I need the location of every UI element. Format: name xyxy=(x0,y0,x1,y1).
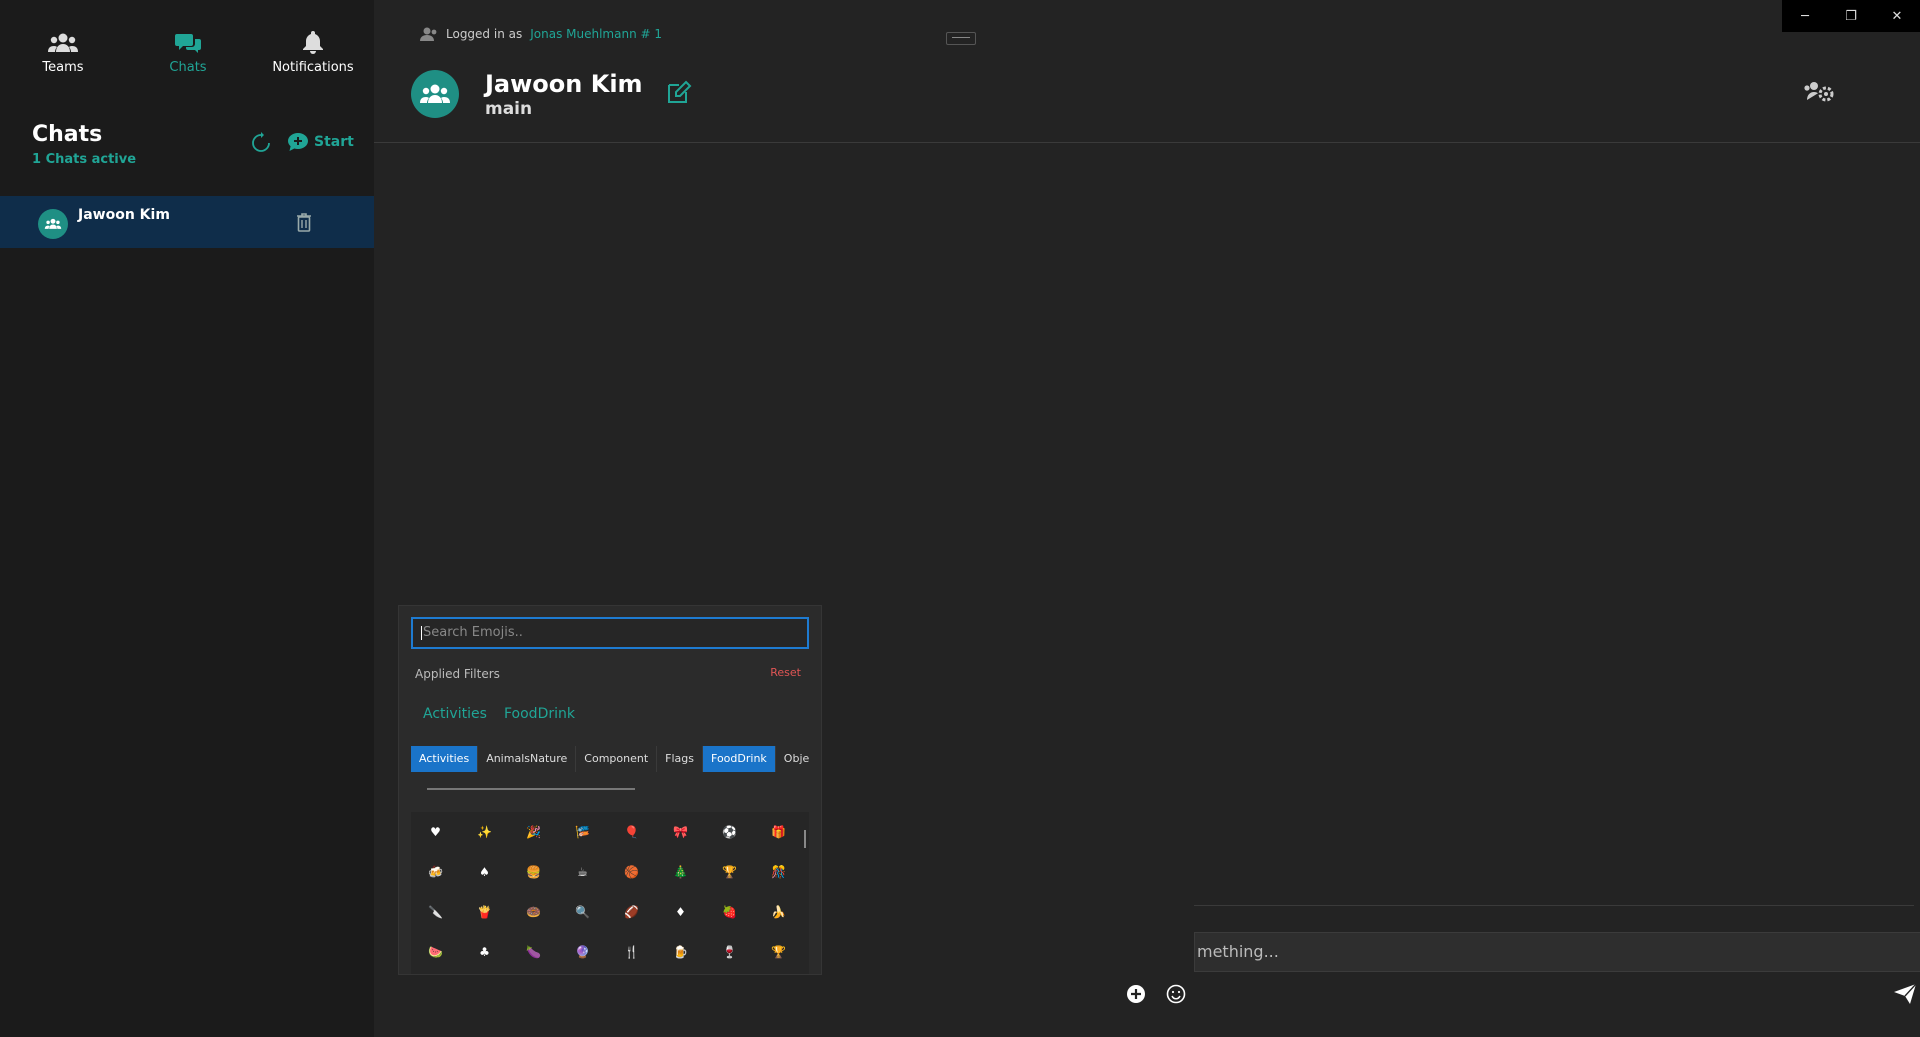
bell-icon xyxy=(258,26,368,54)
nav-notifications-label: Notifications xyxy=(272,60,354,75)
restore-button[interactable]: ❐ xyxy=(1828,0,1874,32)
emoji-cell[interactable]: 🎊 xyxy=(754,852,803,892)
team-settings-icon[interactable] xyxy=(1804,80,1834,106)
chat-header: Logged in as Jonas Muehlmann # 1 Jawoon … xyxy=(374,0,1920,143)
emoji-cell[interactable]: 🔪 xyxy=(411,892,460,932)
emoji-cell[interactable]: ♦ xyxy=(656,892,705,932)
emoji-cell[interactable]: 🔮 xyxy=(558,932,607,972)
emoji-cell[interactable]: 🏆 xyxy=(705,852,754,892)
emoji-cell[interactable]: 🍟 xyxy=(460,892,509,932)
emoji-cell[interactable]: 🎄 xyxy=(656,852,705,892)
applied-filter-chip[interactable]: FoodDrink xyxy=(504,706,575,722)
emoji-cell[interactable]: 🍩 xyxy=(509,892,558,932)
emoji-cell[interactable]: 🍆 xyxy=(509,932,558,972)
start-label: Start xyxy=(314,134,354,150)
nav-teams-label: Teams xyxy=(42,60,84,75)
emoji-category-tab[interactable]: AnimalsNature xyxy=(478,746,577,772)
nav-notifications[interactable]: Notifications xyxy=(258,26,368,75)
chat-subtitle: main xyxy=(485,99,533,119)
emoji-category-tab[interactable]: FoodDrink xyxy=(703,746,776,772)
minimize-button[interactable]: ─ xyxy=(1782,0,1828,32)
login-info: Logged in as Jonas Muehlmann # 1 xyxy=(420,27,662,41)
emoji-category-tab[interactable]: Activities xyxy=(411,746,479,772)
chats-active-count: 1 Chats active xyxy=(32,152,137,167)
emoji-cell[interactable]: ♥ xyxy=(411,812,460,852)
logged-in-prefix: Logged in as xyxy=(446,27,523,41)
emoji-cell[interactable]: ♣ xyxy=(460,932,509,972)
applied-filters-label: Applied Filters xyxy=(415,667,500,681)
applied-filter-chip[interactable]: Activities xyxy=(423,706,487,722)
emoji-search-input[interactable]: Search Emojis.. xyxy=(411,617,809,649)
edit-icon[interactable] xyxy=(666,80,692,108)
emoji-cell[interactable]: 🎈 xyxy=(607,812,656,852)
emoji-cell[interactable]: ☕ xyxy=(558,852,607,892)
chat-plus-icon xyxy=(288,133,308,151)
emoji-cell[interactable]: 🎀 xyxy=(656,812,705,852)
emoji-cell[interactable]: 🍓 xyxy=(705,892,754,932)
chat-avatar-icon xyxy=(411,70,459,118)
start-chat-button[interactable]: Start xyxy=(288,133,354,151)
emoji-cell[interactable]: 🍔 xyxy=(509,852,558,892)
nav-chats-label: Chats xyxy=(169,60,207,75)
emoji-cell[interactable]: 🍻 xyxy=(411,852,460,892)
main-nav: Teams Chats Notifications xyxy=(0,26,374,86)
user-icon xyxy=(420,27,437,41)
sidebar: Teams Chats Notifications Chats 1 Chats … xyxy=(0,0,374,1037)
emoji-cell[interactable]: 🔍 xyxy=(558,892,607,932)
horizontal-scrollbar[interactable] xyxy=(427,788,635,790)
vertical-scrollbar[interactable] xyxy=(804,830,806,848)
chat-title: Jawoon Kim xyxy=(485,70,643,98)
refresh-icon[interactable] xyxy=(250,132,272,158)
emoji-cell[interactable]: 🎏 xyxy=(558,812,607,852)
send-icon[interactable] xyxy=(1894,983,1917,1008)
emoji-cell[interactable]: ✨ xyxy=(460,812,509,852)
chat-list-item[interactable]: Jawoon Kim xyxy=(0,196,374,248)
chats-icon xyxy=(133,26,243,54)
nav-teams[interactable]: Teams xyxy=(8,26,118,75)
emoji-cell[interactable]: ♠ xyxy=(460,852,509,892)
reset-filters-button[interactable]: Reset xyxy=(770,666,801,679)
emoji-category-tabs: Activities AnimalsNature Component Flags Foo… xyxy=(411,746,809,772)
chat-list-item-name: Jawoon Kim xyxy=(78,207,170,223)
emoji-search-placeholder: Search Emojis.. xyxy=(423,625,523,640)
emoji-picker: Search Emojis.. Applied Filters Reset Ac… xyxy=(398,605,822,975)
emoji-cell[interactable]: 🏀 xyxy=(607,852,656,892)
chats-title: Chats xyxy=(32,122,103,147)
emoji-cell[interactable]: 🍷 xyxy=(705,932,754,972)
emoji-cell[interactable]: 🏈 xyxy=(607,892,656,932)
logged-in-user[interactable]: Jonas Muehlmann # 1 xyxy=(530,27,662,41)
emoji-cell[interactable]: 🎁 xyxy=(754,812,803,852)
emoji-category-tab[interactable]: Component xyxy=(576,746,658,772)
teams-icon xyxy=(8,26,118,54)
close-button[interactable]: ✕ xyxy=(1874,0,1920,32)
nav-chats[interactable]: Chats xyxy=(133,26,243,75)
trash-icon[interactable] xyxy=(296,212,312,236)
emoji-icon[interactable] xyxy=(1166,984,1186,1008)
emoji-cell[interactable]: 🍌 xyxy=(754,892,803,932)
emoji-cell[interactable]: 🍴 xyxy=(607,932,656,972)
drag-handle-icon[interactable] xyxy=(946,32,976,45)
emoji-cell[interactable]: 🍺 xyxy=(656,932,705,972)
window-controls: ─ ❐ ✕ xyxy=(1782,0,1920,32)
group-avatar-icon xyxy=(38,209,68,239)
emoji-cell[interactable]: 🍉 xyxy=(411,932,460,972)
emoji-category-tab[interactable]: Flags xyxy=(657,746,704,772)
emoji-category-tab[interactable]: Objects xyxy=(776,746,809,772)
emoji-cell[interactable]: 🎉 xyxy=(509,812,558,852)
emoji-cell[interactable]: ⚽ xyxy=(705,812,754,852)
emoji-cell[interactable]: 🏆 xyxy=(754,932,803,972)
plus-icon[interactable] xyxy=(1126,984,1146,1008)
message-input[interactable]: mething... xyxy=(1194,932,1920,972)
composer-divider xyxy=(1194,905,1914,906)
emoji-grid: ♥ ✨ 🎉 🎏 🎈 🎀 ⚽ 🎁 🍻 ♠ 🍔 ☕ 🏀 🎄 🏆 🎊 🔪 🍟 🍩 🔍 🏈 ♦ 🍓 🍌 🍉 ♣ 🍆 🔮 🍴 🍺 🍷 🏆 xyxy=(411,812,809,974)
